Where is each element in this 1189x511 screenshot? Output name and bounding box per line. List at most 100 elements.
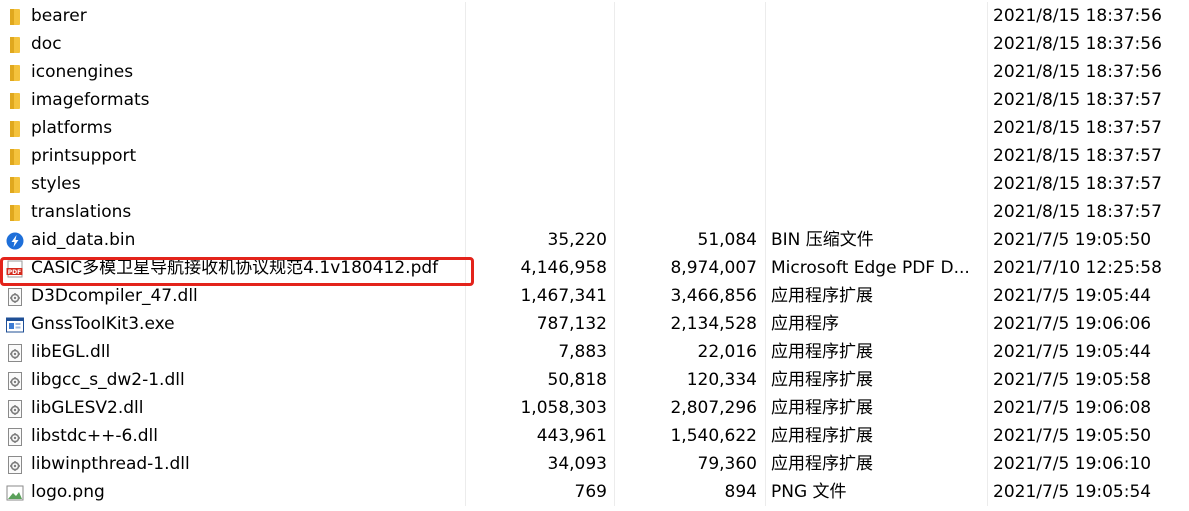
compressed-size-cell: 51,084 bbox=[697, 230, 757, 250]
name-cell[interactable]: libEGL.dll bbox=[0, 338, 465, 366]
compressed-size-cell bbox=[614, 30, 764, 58]
type-cell: 应用程序扩展 bbox=[771, 426, 873, 446]
file-row[interactable]: libGLESV2.dll 1,058,303 2,807,296 应用程序扩展 202… bbox=[0, 394, 1189, 422]
file-row[interactable]: libEGL.dll 7,883 22,016 应用程序扩展 2021/7/5 19:0… bbox=[0, 338, 1189, 366]
file-row[interactable]: doc 2021/8/15 18:37:56 bbox=[0, 30, 1189, 58]
name-cell[interactable]: bearer bbox=[0, 2, 465, 30]
folder-icon bbox=[6, 63, 24, 81]
size-cell: 4,146,958 bbox=[520, 258, 607, 278]
dll-icon bbox=[6, 371, 24, 390]
svg-text:PDF: PDF bbox=[8, 269, 21, 276]
file-name: imageformats bbox=[31, 90, 150, 110]
name-cell[interactable]: doc bbox=[0, 30, 465, 58]
compressed-size-cell bbox=[614, 58, 764, 86]
type-cell bbox=[765, 58, 987, 86]
type-cell: 应用程序扩展 bbox=[771, 342, 873, 362]
compressed-size-cell: 2,807,296 bbox=[670, 398, 757, 418]
folder-icon bbox=[6, 7, 24, 25]
date-cell: 2021/8/15 18:37:56 bbox=[993, 62, 1162, 82]
file-name: platforms bbox=[31, 118, 113, 138]
type-cell: 应用程序扩展 bbox=[771, 286, 873, 306]
name-cell[interactable]: translations bbox=[0, 198, 465, 226]
file-row[interactable]: D3Dcompiler_47.dll 1,467,341 3,466,856 应用程序… bbox=[0, 282, 1189, 310]
file-row[interactable]: libgcc_s_dw2-1.dll 50,818 120,334 应用程序扩展 202… bbox=[0, 366, 1189, 394]
file-name: bearer bbox=[31, 6, 87, 26]
size-cell: 34,093 bbox=[547, 454, 607, 474]
file-name: libgcc_s_dw2-1.dll bbox=[31, 370, 185, 390]
file-row[interactable]: iconengines 2021/8/15 18:37:56 bbox=[0, 58, 1189, 86]
date-cell: 2021/8/15 18:37:57 bbox=[993, 118, 1162, 138]
exe-icon bbox=[6, 315, 24, 333]
folder-icon bbox=[6, 203, 24, 221]
file-row[interactable]: GnssToolKit3.exe 787,132 2,134,528 应用程序 2021… bbox=[0, 310, 1189, 338]
name-cell[interactable]: printsupport bbox=[0, 142, 465, 170]
compressed-size-cell: 3,466,856 bbox=[670, 286, 757, 306]
date-cell: 2021/7/5 19:05:58 bbox=[993, 370, 1152, 390]
dll-icon bbox=[6, 427, 24, 446]
name-cell[interactable]: libstdc++-6.dll bbox=[0, 422, 465, 450]
dll-icon bbox=[6, 287, 24, 306]
name-cell[interactable]: aid_data.bin bbox=[0, 226, 465, 254]
size-cell: 443,961 bbox=[536, 426, 607, 446]
compressed-size-cell bbox=[614, 170, 764, 198]
name-cell[interactable]: logo.png bbox=[0, 478, 465, 506]
folder-icon bbox=[6, 119, 24, 137]
compressed-size-cell: 8,974,007 bbox=[670, 258, 757, 278]
file-row[interactable]: bearer 2021/8/15 18:37:56 bbox=[0, 2, 1189, 30]
file-name: libstdc++-6.dll bbox=[31, 426, 158, 446]
file-row[interactable]: platforms 2021/8/15 18:37:57 bbox=[0, 114, 1189, 142]
file-row[interactable]: printsupport 2021/8/15 18:37:57 bbox=[0, 142, 1189, 170]
file-row[interactable]: libstdc++-6.dll 443,961 1,540,622 应用程序扩展 202… bbox=[0, 422, 1189, 450]
file-name: libGLESV2.dll bbox=[31, 398, 144, 418]
file-name: iconengines bbox=[31, 62, 134, 82]
type-cell bbox=[765, 170, 987, 198]
name-cell[interactable]: libGLESV2.dll bbox=[0, 394, 465, 422]
compressed-size-cell bbox=[614, 114, 764, 142]
file-row[interactable]: logo.png 769 894 PNG 文件 2021/7/5 19:05:54 bbox=[0, 478, 1189, 506]
name-cell[interactable]: iconengines bbox=[0, 58, 465, 86]
file-row[interactable]: aid_data.bin 35,220 51,084 BIN 压缩文件 2021/7/5… bbox=[0, 226, 1189, 254]
size-cell: 769 bbox=[574, 482, 607, 502]
name-cell[interactable]: imageformats bbox=[0, 86, 465, 114]
name-cell[interactable]: GnssToolKit3.exe bbox=[0, 310, 465, 338]
file-row[interactable]: translations 2021/8/15 18:37:57 bbox=[0, 198, 1189, 226]
date-cell: 2021/7/5 19:06:06 bbox=[993, 314, 1152, 334]
compressed-size-cell: 120,334 bbox=[686, 370, 757, 390]
size-cell bbox=[465, 198, 613, 226]
name-cell[interactable]: D3Dcompiler_47.dll bbox=[0, 282, 465, 310]
dll-icon bbox=[6, 399, 24, 418]
file-row[interactable]: imageformats 2021/8/15 18:37:57 bbox=[0, 86, 1189, 114]
file-name: D3Dcompiler_47.dll bbox=[31, 286, 198, 306]
file-name: libwinpthread-1.dll bbox=[31, 454, 190, 474]
date-cell: 2021/7/5 19:06:10 bbox=[993, 454, 1152, 474]
size-cell: 1,467,341 bbox=[520, 286, 607, 306]
file-row[interactable]: styles 2021/8/15 18:37:57 bbox=[0, 170, 1189, 198]
compressed-size-cell bbox=[614, 86, 764, 114]
file-row[interactable]: PDF CASIC多模卫星导航接收机协议规范4.1v180412.pdf 4,146… bbox=[0, 254, 1189, 282]
archive-icon bbox=[6, 231, 24, 250]
name-cell[interactable]: styles bbox=[0, 170, 465, 198]
image-icon bbox=[6, 483, 24, 501]
date-cell: 2021/8/15 18:37:57 bbox=[993, 146, 1162, 166]
folder-icon bbox=[6, 91, 24, 109]
type-cell: 应用程序 bbox=[771, 314, 839, 334]
name-cell[interactable]: PDF CASIC多模卫星导航接收机协议规范4.1v180412.pdf bbox=[0, 254, 465, 282]
type-cell: 应用程序扩展 bbox=[771, 370, 873, 390]
size-cell: 787,132 bbox=[536, 314, 607, 334]
dll-icon bbox=[6, 455, 24, 474]
compressed-size-cell bbox=[614, 142, 764, 170]
name-cell[interactable]: libgcc_s_dw2-1.dll bbox=[0, 366, 465, 394]
type-cell: Microsoft Edge PDF D... bbox=[771, 258, 970, 278]
file-list: bearer 2021/8/15 18:37:56 doc 2021/8/15 18:… bbox=[0, 2, 1189, 506]
size-cell: 7,883 bbox=[558, 342, 607, 362]
file-row[interactable]: libwinpthread-1.dll 34,093 79,360 应用程序扩展 202… bbox=[0, 450, 1189, 478]
type-cell: 应用程序扩展 bbox=[771, 398, 873, 418]
compressed-size-cell: 22,016 bbox=[697, 342, 757, 362]
name-cell[interactable]: platforms bbox=[0, 114, 465, 142]
size-cell bbox=[465, 170, 613, 198]
compressed-size-cell bbox=[614, 198, 764, 226]
file-name: CASIC多模卫星导航接收机协议规范4.1v180412.pdf bbox=[31, 258, 439, 278]
folder-icon bbox=[6, 147, 24, 165]
size-cell: 35,220 bbox=[547, 230, 607, 250]
name-cell[interactable]: libwinpthread-1.dll bbox=[0, 450, 465, 478]
